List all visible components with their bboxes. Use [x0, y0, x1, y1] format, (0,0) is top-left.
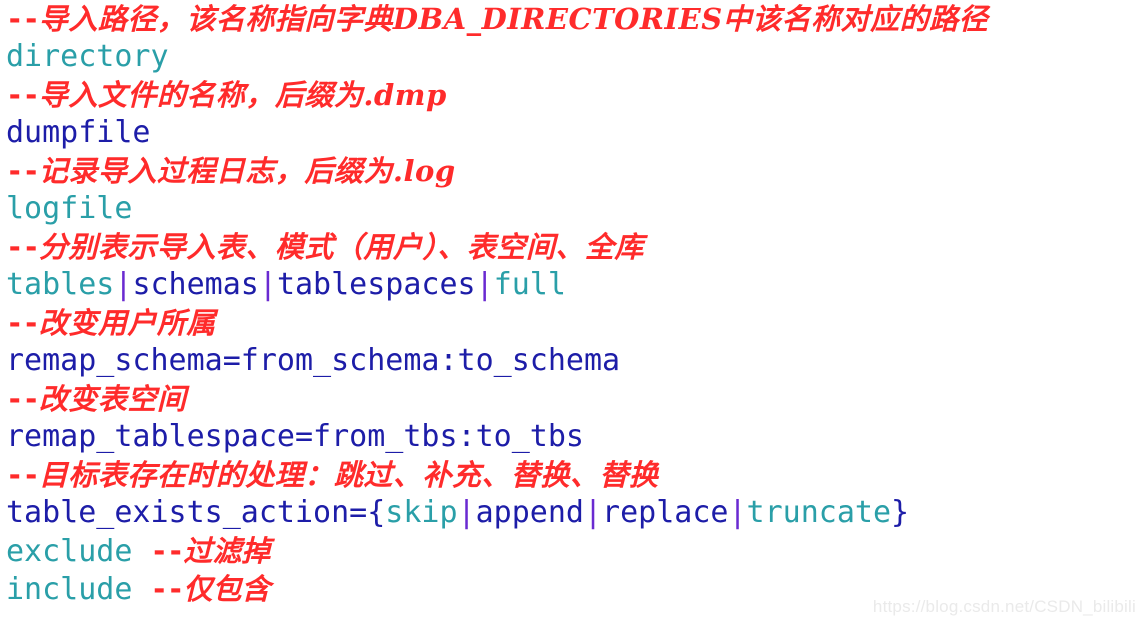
comment-dashes: --: [6, 306, 40, 340]
code-token: |: [728, 495, 747, 530]
comment-text: 改变表空间: [38, 382, 187, 416]
inline-comment: --过滤掉: [151, 534, 271, 568]
code-block: --导入路径，该名称指向字典DBA_DIRECTORIES中该名称对应的路径 di…: [0, 0, 1144, 608]
code-token: directory: [6, 39, 169, 74]
code-token: append: [475, 495, 584, 530]
code-comment-line: --导入路径，该名称指向字典DBA_DIRECTORIES中该名称对应的路径: [0, 0, 1144, 38]
comment-text: 记录导入过程日志，后缀为.log: [38, 154, 456, 188]
comment-dashes: --: [6, 230, 40, 264]
code-token: dumpfile: [6, 115, 151, 150]
code-token: skip: [385, 495, 458, 530]
code-token: |: [457, 495, 476, 530]
code-comment-line: --导入文件的名称，后缀为.dmp: [0, 76, 1144, 114]
comment-dashes: --: [6, 458, 40, 492]
code-comment-line: --记录导入过程日志，后缀为.log: [0, 152, 1144, 190]
comment-dashes: --: [6, 2, 40, 36]
code-token: schemas: [132, 267, 259, 302]
comment-text: 过滤掉: [183, 534, 271, 568]
code-token: |: [114, 267, 133, 302]
code-line: tables|schemas|tablespaces|full: [0, 266, 1144, 304]
code-token: remap_schema=from_schema:to_schema: [6, 343, 621, 378]
csdn-watermark: https://blog.csdn.net/CSDN_bilibili: [872, 597, 1136, 616]
inline-comment: --仅包含: [151, 572, 271, 606]
code-token: truncate: [746, 495, 892, 530]
code-token: exclude: [6, 534, 151, 569]
code-comment-line: --分别表示导入表、模式（用户）、表空间、全库: [0, 228, 1144, 266]
code-line: remap_tablespace=from_tbs:to_tbs: [0, 418, 1144, 456]
comment-text: 导入路径，该名称指向字典DBA_DIRECTORIES中该名称对应的路径: [38, 2, 989, 36]
comment-dashes: --: [6, 78, 40, 112]
code-token: table_exists_action={: [6, 495, 386, 530]
code-line: table_exists_action={skip|append|replace…: [0, 494, 1144, 532]
comment-dashes: --: [6, 154, 40, 188]
code-token: tablespaces: [276, 267, 476, 302]
comment-dashes: --: [6, 382, 40, 416]
code-comment-line: --改变表空间: [0, 380, 1144, 418]
code-line-with-inline-comment: exclude --过滤掉: [0, 532, 1144, 570]
code-token: logfile: [6, 191, 133, 226]
code-line: dumpfile: [0, 114, 1144, 152]
comment-text: 改变用户所属: [38, 306, 216, 340]
code-token: |: [258, 267, 277, 302]
comment-text: 分别表示导入表、模式（用户）、表空间、全库: [38, 230, 644, 264]
code-token: full: [493, 267, 566, 302]
code-line: remap_schema=from_schema:to_schema: [0, 342, 1144, 380]
comment-text: 导入文件的名称，后缀为.dmp: [38, 78, 447, 112]
code-token: tables: [6, 267, 115, 302]
code-token: remap_tablespace=from_tbs:to_tbs: [6, 419, 584, 454]
code-token: include: [6, 572, 151, 607]
comment-text: 仅包含: [183, 572, 271, 606]
code-line: logfile: [0, 190, 1144, 228]
code-token: |: [475, 267, 494, 302]
comment-dashes: --: [150, 534, 185, 568]
comment-text: 目标表存在时的处理：跳过、补充、替换、替换: [38, 458, 659, 492]
code-line: directory: [0, 38, 1144, 76]
code-token: |: [583, 495, 603, 530]
code-comment-line: --改变用户所属: [0, 304, 1144, 342]
code-token: }: [891, 495, 910, 530]
comment-dashes: --: [150, 572, 185, 606]
code-token: replace: [602, 495, 729, 530]
code-comment-line: --目标表存在时的处理：跳过、补充、替换、替换: [0, 456, 1144, 494]
